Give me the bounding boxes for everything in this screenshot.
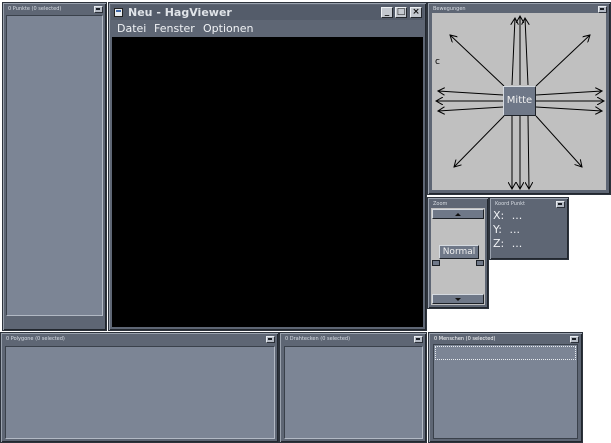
koord-title: Koord Punkt <box>495 201 525 207</box>
zoom-slider-thumb-left[interactable] <box>432 260 440 266</box>
coord-z-label: Z: <box>493 237 505 250</box>
arrow-right-down-icon <box>535 106 602 111</box>
zoom-in-button[interactable] <box>432 209 484 219</box>
zoom-area: Normal <box>431 208 485 305</box>
arrow-up-left-icon <box>450 35 505 87</box>
punkte-minimize-button[interactable] <box>94 6 103 13</box>
corner-glyph: c <box>435 57 440 67</box>
punkte-titlebar[interactable]: 0 Punkte (0 selected) <box>5 5 104 14</box>
arrow-down-icon <box>455 298 461 301</box>
menschen-list[interactable] <box>433 344 578 439</box>
arrow-up-right-icon <box>535 35 590 87</box>
polygone-titlebar[interactable]: 0 Polygone (0 selected) <box>3 335 276 344</box>
koord-panel: Koord Punkt X: ... Y: ... Z: ... <box>489 197 569 260</box>
menschen-titlebar[interactable]: 0 Menschen (0 selected) <box>431 335 580 344</box>
drahtecken-minimize-button[interactable] <box>414 336 423 343</box>
menu-datei[interactable]: Datei <box>117 21 146 37</box>
coord-y-label: Y: <box>493 223 502 236</box>
maximize-button[interactable]: □ <box>395 7 407 18</box>
zoom-out-button[interactable] <box>432 294 484 304</box>
drahtecken-panel: 0 Drahtecken (0 selected) <box>279 332 427 443</box>
menu-optionen[interactable]: Optionen <box>203 21 253 37</box>
main-window: Neu - HagViewer _ □ × Datei Fenster Opti… <box>108 2 427 331</box>
movement-area: c Mitte <box>432 13 606 190</box>
arrow-down-right-icon <box>535 115 582 167</box>
zoom-panel: Zoom Normal <box>427 197 489 309</box>
drahtecken-list[interactable] <box>284 346 423 439</box>
arrow-down-left-icon <box>454 115 505 167</box>
punkte-title: 0 Punkte (0 selected) <box>8 6 62 12</box>
coord-z-value: ... <box>511 237 523 250</box>
arrow-up-right-steep-icon <box>525 18 528 86</box>
menu-bar: Datei Fenster Optionen <box>111 21 424 37</box>
zoom-normal-button[interactable]: Normal <box>439 245 479 259</box>
coord-x-label: X: <box>493 209 505 222</box>
polygone-title: 0 Polygone (0 selected) <box>6 336 65 342</box>
arrow-right-up-icon <box>535 91 602 96</box>
arrow-up-left-steep-icon <box>512 18 515 86</box>
menschen-panel: 0 Menschen (0 selected) <box>428 332 583 443</box>
close-button[interactable]: × <box>410 7 422 18</box>
drahtecken-titlebar[interactable]: 0 Drahtecken (0 selected) <box>282 335 424 344</box>
arrow-left-down-icon <box>438 106 504 111</box>
punkte-panel: 0 Punkte (0 selected) <box>2 2 107 331</box>
arrow-down-right-steep-icon <box>528 115 529 189</box>
arrow-left-up-icon <box>438 91 504 96</box>
coord-x-value: ... <box>511 209 523 222</box>
koord-titlebar[interactable]: Koord Punkt <box>492 200 566 209</box>
polygone-panel: 0 Polygone (0 selected) <box>0 332 279 443</box>
menschen-selection-row[interactable] <box>435 346 576 360</box>
koord-minimize-button[interactable] <box>556 201 565 208</box>
coord-z-row: Z: ... <box>493 237 522 251</box>
mitte-button[interactable]: Mitte <box>503 86 536 116</box>
main-window-title: Neu - HagViewer <box>128 6 232 19</box>
bewegungen-panel: Bewegungen c Mitte <box>427 2 611 195</box>
menschen-minimize-button[interactable] <box>570 336 579 343</box>
coord-y-row: Y: ... <box>493 223 520 237</box>
main-titlebar[interactable]: Neu - HagViewer _ □ × <box>111 5 424 20</box>
app-icon[interactable] <box>114 8 123 17</box>
bewegungen-minimize-button[interactable] <box>598 6 607 13</box>
coord-y-value: ... <box>509 223 520 236</box>
zoom-slider-thumb-right[interactable] <box>476 260 484 266</box>
punkte-list[interactable] <box>6 15 103 316</box>
coord-x-row: X: ... <box>493 209 522 223</box>
polygone-list[interactable] <box>5 346 275 439</box>
menschen-title: 0 Menschen (0 selected) <box>434 336 496 342</box>
minimize-button[interactable]: _ <box>381 7 393 18</box>
menu-fenster[interactable]: Fenster <box>154 21 195 37</box>
polygone-minimize-button[interactable] <box>266 336 275 343</box>
arrow-up-icon <box>455 213 461 216</box>
viewport-canvas[interactable] <box>112 37 423 327</box>
drahtecken-title: 0 Drahtecken (0 selected) <box>285 336 351 342</box>
